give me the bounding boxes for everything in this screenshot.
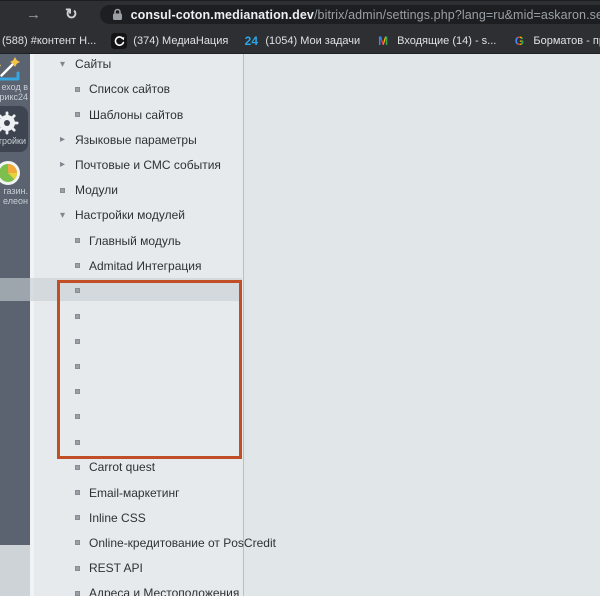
bookmark-label: (1054) Мои задачи bbox=[265, 35, 360, 47]
menu-item-label: Admitad Интеграция bbox=[89, 253, 201, 278]
chevron-right-icon[interactable]: ▸ bbox=[60, 127, 65, 152]
menu-item-inline-css[interactable]: Inline CSS bbox=[34, 505, 242, 530]
bullet-icon bbox=[75, 379, 80, 404]
menu-item-label: Языковые параметры bbox=[75, 127, 197, 152]
address-bar[interactable]: consul-coton.medianation.dev/bitrix/admi… bbox=[100, 5, 600, 24]
browser-toolbar: → ↻ consul-coton.medianation.dev/bitrix/… bbox=[0, 0, 600, 28]
menu-item-rest-api[interactable]: REST API bbox=[34, 556, 242, 581]
menu-item-label: REST API bbox=[89, 556, 143, 581]
bullet-icon bbox=[75, 77, 80, 102]
menu-item-empty-11[interactable] bbox=[34, 329, 242, 354]
bookmark-label: (374) МедиаНация bbox=[133, 35, 228, 47]
menu-item-empty-13[interactable] bbox=[34, 379, 242, 404]
panel-item-label: елеон bbox=[0, 196, 30, 206]
menu-item-список-сайтов[interactable]: Список сайтов bbox=[34, 77, 242, 102]
panel-item-label: еход в bbox=[0, 82, 30, 92]
menu-item-главный-модуль[interactable]: Главный модуль bbox=[34, 228, 242, 253]
bullet-icon bbox=[75, 354, 80, 379]
menu-item-empty-15[interactable] bbox=[34, 430, 242, 455]
bullet-icon bbox=[75, 430, 80, 455]
menu-item-label: Шаблоны сайтов bbox=[89, 102, 183, 127]
bullet-icon bbox=[75, 228, 80, 253]
bullet-icon bbox=[75, 102, 80, 127]
bookmarks-bar: (588) #контент Н... (374) МедиаНация 24 (10… bbox=[0, 28, 600, 54]
menu-item-label: Online-кредитование от PosCredit bbox=[89, 530, 276, 555]
page-content: еход врикс24 тройки газин.елеон ▾ СайтыСпис… bbox=[0, 54, 600, 596]
menu-item-carrot-quest[interactable]: Carrot quest bbox=[34, 455, 242, 480]
bookmark-item-2[interactable]: 24 (1054) Мои задачи bbox=[243, 33, 360, 49]
menu-item-настройки-модулей[interactable]: ▾ Настройки модулей bbox=[34, 203, 242, 228]
gmail-favicon-icon: M bbox=[375, 33, 391, 49]
chevron-down-icon[interactable]: ▾ bbox=[60, 203, 65, 228]
bookmark-item-0[interactable]: (588) #контент Н... bbox=[2, 35, 96, 47]
gear-icon bbox=[0, 110, 28, 136]
bullet-icon bbox=[75, 455, 80, 480]
menu-item-label: Адреса и Местоположения bbox=[89, 581, 239, 596]
panel-item-bitrix24-link[interactable]: еход врикс24 bbox=[0, 56, 30, 102]
menu-item-label: Главный модуль bbox=[89, 228, 181, 253]
menu-item-online-кредитование-от-poscredit[interactable]: Online-кредитование от PosCredit bbox=[34, 530, 242, 555]
menu-item-empty-12[interactable] bbox=[34, 354, 242, 379]
bookmark-label: Входящие (14) - s... bbox=[397, 35, 496, 47]
panel-item-marketplace[interactable]: газин.елеон bbox=[0, 160, 30, 206]
bullet-icon bbox=[75, 278, 80, 303]
menu-item-почтовые-и-смс-события[interactable]: ▸ Почтовые и СМС события bbox=[34, 152, 242, 177]
chevron-right-icon[interactable]: ▸ bbox=[60, 152, 65, 177]
menu-item-email-маркетинг[interactable]: Email-маркетинг bbox=[34, 480, 242, 505]
menu-item-label: Настройки модулей bbox=[75, 203, 185, 228]
main-content-area bbox=[243, 54, 600, 596]
menu-item-сайты[interactable]: ▾ Сайты bbox=[34, 54, 242, 77]
wand-icon bbox=[0, 56, 30, 82]
bullet-icon bbox=[75, 480, 80, 505]
apps-icon bbox=[0, 160, 30, 186]
bullet-icon bbox=[75, 505, 80, 530]
bullet-icon bbox=[60, 178, 65, 203]
bullet-icon bbox=[75, 581, 80, 596]
menu-item-label: Список сайтов bbox=[89, 77, 170, 102]
bookmark-label: (588) #контент Н... bbox=[2, 35, 96, 47]
browser-window: → ↻ consul-coton.medianation.dev/bitrix/… bbox=[0, 0, 600, 596]
bullet-icon bbox=[75, 304, 80, 329]
bullet-icon bbox=[75, 556, 80, 581]
menu-item-label: Email-маркетинг bbox=[89, 480, 179, 505]
bullet-icon bbox=[75, 530, 80, 555]
reload-button[interactable]: ↻ bbox=[65, 7, 78, 22]
bookmark-label: Борматов - прог... bbox=[533, 35, 600, 47]
url-path: /bitrix/admin/settings.php?lang=ru&mid=a… bbox=[314, 8, 600, 22]
menu-item-empty-14[interactable] bbox=[34, 404, 242, 429]
panel-item-settings[interactable]: тройки bbox=[0, 106, 28, 152]
page-left-background bbox=[0, 543, 30, 596]
bitrix24-favicon-icon: 24 bbox=[243, 33, 259, 49]
forward-button[interactable]: → bbox=[26, 7, 41, 22]
menu-item-модули[interactable]: Модули bbox=[34, 178, 242, 203]
lock-icon bbox=[112, 8, 123, 21]
menu-item-адреса-и-местоположения[interactable]: Адреса и Местоположения bbox=[34, 581, 242, 596]
google-favicon-icon: G bbox=[511, 33, 527, 49]
menu-item-empty-9[interactable] bbox=[34, 278, 242, 303]
panel-item-label: тройки bbox=[0, 136, 28, 146]
medianation-favicon-icon bbox=[111, 33, 127, 49]
panel-item-label: газин. bbox=[0, 186, 30, 196]
bookmark-item-1[interactable]: (374) МедиаНация bbox=[111, 33, 228, 49]
menu-item-шаблоны-сайтов[interactable]: Шаблоны сайтов bbox=[34, 102, 242, 127]
menu-item-label: Модули bbox=[75, 178, 118, 203]
menu-item-label: Почтовые и СМС события bbox=[75, 152, 221, 177]
bullet-icon bbox=[75, 404, 80, 429]
menu-item-empty-10[interactable] bbox=[34, 304, 242, 329]
menu-item-label: Сайты bbox=[75, 54, 111, 77]
bullet-icon bbox=[75, 329, 80, 354]
chevron-down-icon[interactable]: ▾ bbox=[60, 54, 65, 77]
menu-item-label: Carrot quest bbox=[89, 455, 155, 480]
bookmark-item-4[interactable]: G Борматов - прог... bbox=[511, 33, 600, 49]
menu-item-языковые-параметры[interactable]: ▸ Языковые параметры bbox=[34, 127, 242, 152]
url-domain: consul-coton.medianation.dev bbox=[131, 8, 314, 22]
panel-item-label: рикс24 bbox=[0, 92, 30, 102]
bookmark-item-3[interactable]: M Входящие (14) - s... bbox=[375, 33, 496, 49]
menu-item-admitad-интеграция[interactable]: Admitad Интеграция bbox=[34, 253, 242, 278]
menu-item-label: Inline CSS bbox=[89, 505, 146, 530]
bullet-icon bbox=[75, 253, 80, 278]
